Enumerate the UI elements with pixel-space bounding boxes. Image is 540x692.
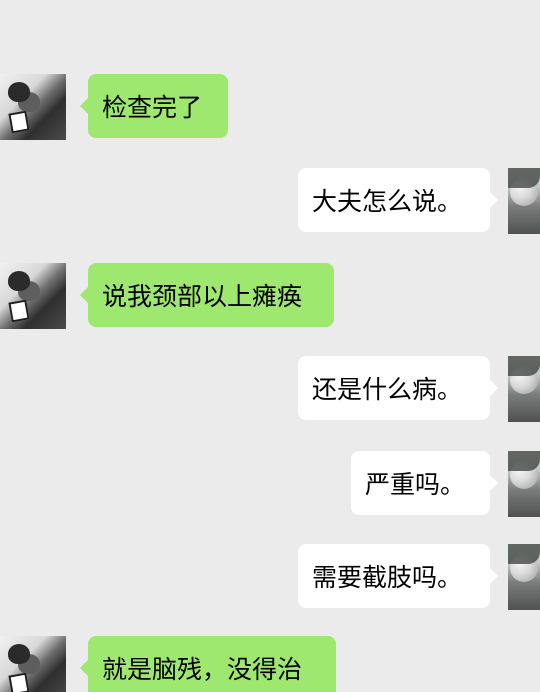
my-avatar-icon[interactable] bbox=[508, 451, 540, 517]
message-text: 说我颈部以上瘫痪 bbox=[102, 282, 303, 311]
message-bubble[interactable]: 严重吗。 bbox=[351, 451, 498, 515]
message-text: 还是什么病。 bbox=[312, 375, 463, 404]
friend-avatar-icon[interactable] bbox=[0, 74, 66, 140]
message-bubble[interactable]: 大夫怎么说。 bbox=[298, 168, 498, 232]
message-text: 检查完了 bbox=[102, 93, 203, 122]
message-text: 需要截肢吗。 bbox=[312, 563, 463, 592]
message-bubble[interactable]: 需要截肢吗。 bbox=[298, 544, 498, 608]
my-avatar-icon[interactable] bbox=[508, 544, 540, 610]
message-bubble[interactable]: 检查完了 bbox=[80, 74, 228, 138]
message-bubble[interactable]: 说我颈部以上瘫痪 bbox=[80, 263, 334, 327]
message-bubble[interactable]: 还是什么病。 bbox=[298, 356, 498, 420]
message-text: 大夫怎么说。 bbox=[312, 187, 463, 216]
message-text: 严重吗。 bbox=[365, 470, 466, 499]
my-avatar-icon[interactable] bbox=[508, 356, 540, 422]
my-avatar-icon[interactable] bbox=[508, 168, 540, 234]
message-bubble[interactable]: 就是脑残，没得治 bbox=[80, 636, 336, 692]
friend-avatar-icon[interactable] bbox=[0, 636, 66, 692]
chat-window: 检查完了 大夫怎么说。 说我颈部以上瘫痪 还是什么病。 严重吗。 需要截肢吗。 … bbox=[0, 0, 540, 692]
message-text: 就是脑残，没得治 bbox=[102, 655, 303, 684]
friend-avatar-icon[interactable] bbox=[0, 263, 66, 329]
